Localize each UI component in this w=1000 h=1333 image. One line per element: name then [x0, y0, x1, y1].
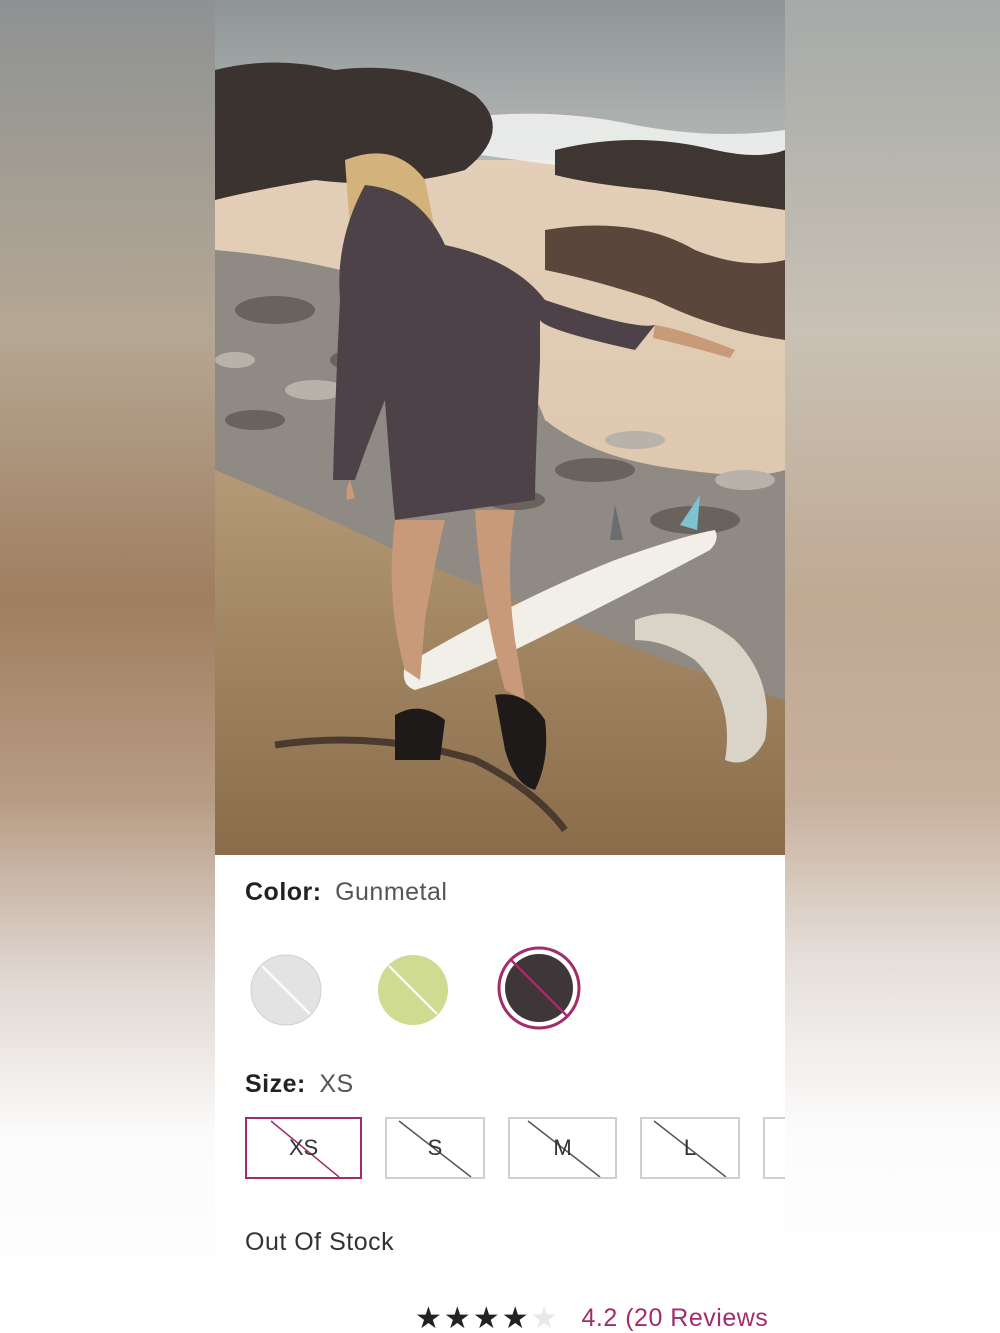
star-icon: ★	[472, 1301, 502, 1333]
size-options: XS S M L	[245, 1117, 785, 1183]
color-selector-label: Color: Gunmetal	[245, 878, 447, 907]
size-value: XS	[319, 1070, 354, 1098]
size-option-m[interactable]: M	[508, 1117, 617, 1179]
background-blur-right	[785, 0, 1000, 1333]
star-empty-icon: ★	[530, 1301, 560, 1333]
product-photo[interactable]	[215, 0, 785, 855]
size-option-xl[interactable]	[763, 1117, 785, 1179]
reviews-link[interactable]: 4.2 (20 Reviews	[582, 1304, 769, 1333]
size-option-xs[interactable]: XS	[245, 1117, 362, 1179]
color-swatches	[245, 945, 765, 1035]
size-option-s[interactable]: S	[385, 1117, 485, 1179]
size-option-label: L	[683, 1135, 697, 1160]
size-option-label: M	[553, 1135, 572, 1160]
swatch-light-grey[interactable]	[250, 954, 322, 1026]
star-icon: ★	[443, 1301, 473, 1333]
background-blur-left	[0, 0, 215, 1333]
star-icon: ★	[501, 1301, 531, 1333]
size-option-label: S	[427, 1135, 443, 1160]
product-page: Color: Gunmetal Size: XS XS S M L Out Of…	[215, 0, 785, 1333]
color-value: Gunmetal	[335, 878, 448, 906]
product-rating[interactable]: ★★★★★ 4.2 (20 Reviews	[415, 1298, 768, 1333]
rating-stars: ★★★★★	[415, 1301, 560, 1333]
star-icon: ★	[415, 1301, 444, 1333]
size-option-l[interactable]: L	[640, 1117, 740, 1179]
size-selector-label: Size: XS	[245, 1070, 354, 1099]
stock-status: Out Of Stock	[245, 1228, 395, 1256]
color-label: Color:	[245, 878, 322, 906]
swatch-lime[interactable]	[377, 954, 449, 1026]
swatch-gunmetal[interactable]	[497, 946, 581, 1030]
size-label: Size:	[245, 1070, 306, 1098]
size-option-label: XS	[288, 1135, 319, 1160]
